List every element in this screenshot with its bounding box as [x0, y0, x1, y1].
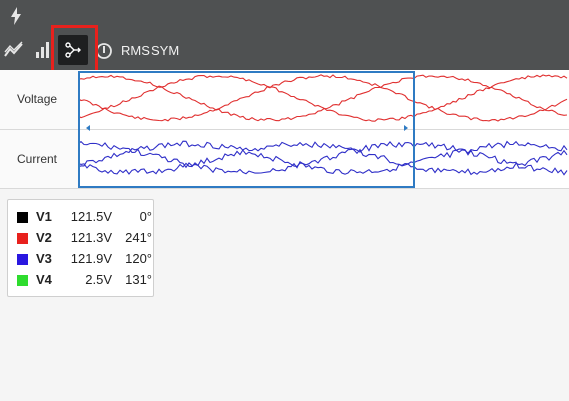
legend-item-v2: V2 121.3V 241°	[17, 228, 152, 248]
channel-name: V3	[36, 251, 52, 266]
channel-angle: 120°	[125, 251, 152, 266]
channel-value: 121.3V	[70, 230, 112, 245]
color-swatch	[17, 212, 28, 223]
channel-name: V2	[36, 230, 52, 245]
color-swatch	[17, 254, 28, 265]
legend-item-v1: V1 121.5V 0°	[17, 207, 152, 227]
legend-item-v4: V4 2.5V 131°	[17, 270, 152, 290]
channel-name: V1	[36, 209, 52, 224]
waveform-icon[interactable]	[0, 36, 28, 64]
color-swatch	[17, 233, 28, 244]
channel-angle: 0°	[139, 209, 152, 224]
current-label: Current	[17, 152, 58, 166]
channel-value: 121.9V	[70, 251, 112, 266]
sym-button[interactable]: SYM	[151, 43, 179, 58]
legend-item-v3: V3 121.9V 120°	[17, 249, 152, 269]
channel-value: 121.5V	[70, 209, 112, 224]
channel-angle: 131°	[125, 272, 152, 287]
rms-button[interactable]: RMS	[121, 43, 150, 58]
lightning-icon	[11, 7, 21, 25]
selection-window[interactable]	[78, 71, 415, 188]
color-swatch	[17, 275, 28, 286]
channel-name: V4	[36, 272, 52, 287]
voltage-label: Voltage	[17, 92, 58, 106]
channel-value: 2.5V	[85, 272, 112, 287]
channel-angle: 241°	[125, 230, 152, 245]
legend: V1 121.5V 0° V2 121.3V 241° V3 121.9V 12…	[7, 199, 154, 297]
